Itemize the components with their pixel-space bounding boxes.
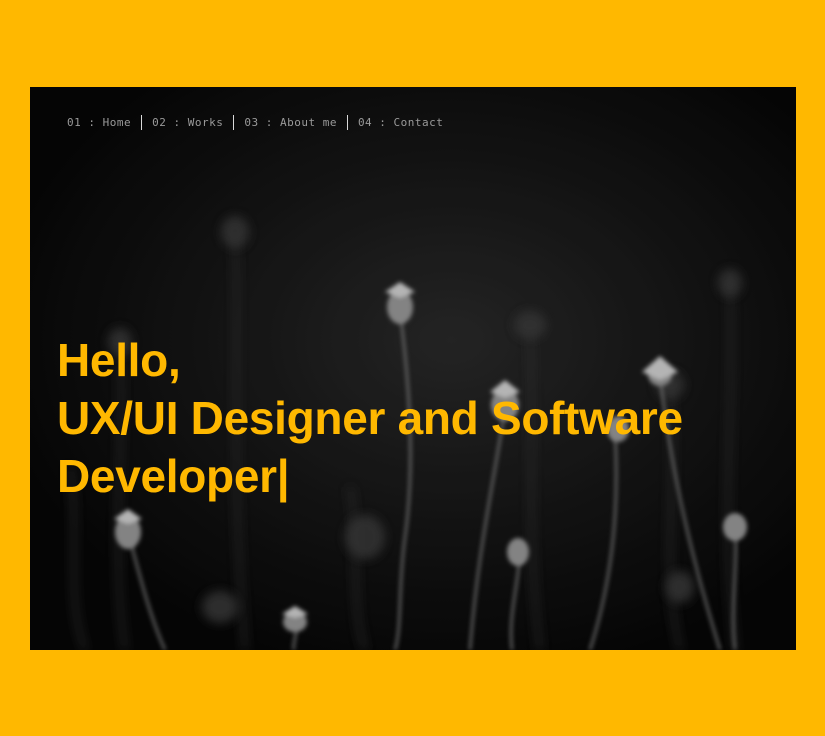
headline-greeting: Hello, [57, 334, 181, 386]
headline-role: UX/UI Designer and Software [57, 392, 683, 444]
nav-item-works[interactable]: 02 : Works [142, 116, 233, 129]
main-navigation: 01 : Home 02 : Works 03 : About me 04 : … [67, 115, 453, 130]
nav-item-about-me[interactable]: 03 : About me [234, 116, 347, 129]
nav-item-home[interactable]: 01 : Home [67, 116, 141, 129]
hero-headline: Hello, UX/UI Designer and Software Devel… [57, 331, 683, 505]
nav-item-contact[interactable]: 04 : Contact [348, 116, 453, 129]
hero-section: 01 : Home 02 : Works 03 : About me 04 : … [30, 87, 796, 650]
headline-role-continued: Developer| [57, 450, 290, 502]
